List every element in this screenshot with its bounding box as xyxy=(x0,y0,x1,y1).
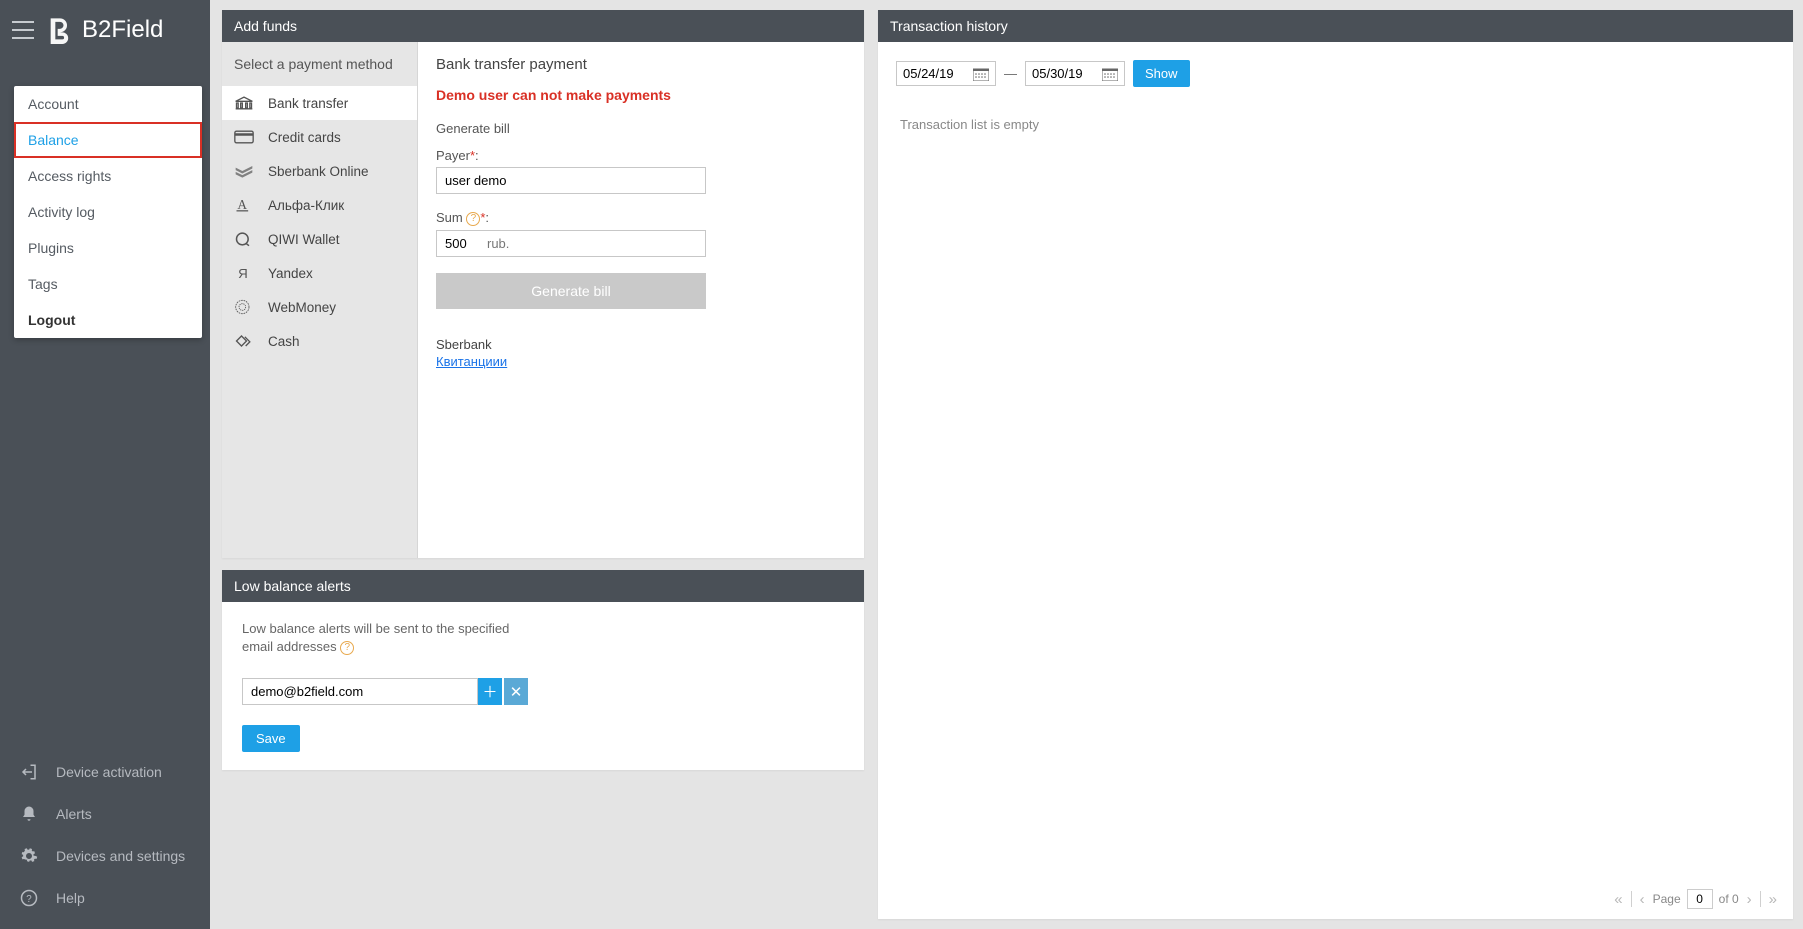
sum-label: Sum ?*: xyxy=(436,210,846,226)
pm-alfa[interactable]: A Альфа-Клик xyxy=(222,188,417,222)
payment-method-heading: Select a payment method xyxy=(222,42,417,86)
qiwi-icon xyxy=(234,231,254,247)
sidebar-item-label: Alerts xyxy=(56,806,92,822)
logo-icon xyxy=(46,16,74,44)
menu-item-tags[interactable]: Tags xyxy=(14,266,202,302)
date-from-input[interactable] xyxy=(903,66,965,81)
add-email-button[interactable]: ＋ xyxy=(478,678,502,705)
pager-prev[interactable]: ‹ xyxy=(1638,891,1647,908)
pm-label: QIWI Wallet xyxy=(268,232,340,247)
sum-unit: rub. xyxy=(487,236,509,251)
svg-text:?: ? xyxy=(26,894,32,905)
remove-email-button[interactable]: ✕ xyxy=(504,678,528,705)
pager-first[interactable]: « xyxy=(1612,891,1624,908)
help-icon: ? xyxy=(20,889,38,907)
add-funds-panel: Add funds Select a payment method Bank t… xyxy=(222,10,864,558)
pager-page-input[interactable] xyxy=(1687,889,1713,909)
card-icon xyxy=(234,129,254,145)
menu-item-balance[interactable]: Balance xyxy=(14,122,202,158)
calendar-icon[interactable] xyxy=(973,67,989,81)
pager-of-label: of 0 xyxy=(1719,892,1739,906)
menu-item-access-rights[interactable]: Access rights xyxy=(14,158,202,194)
help-icon[interactable]: ? xyxy=(466,212,480,226)
panel-title: Low balance alerts xyxy=(222,570,864,602)
pm-label: WebMoney xyxy=(268,300,336,315)
pm-label: Bank transfer xyxy=(268,96,348,111)
payment-method-list: Select a payment method Bank transfer Cr… xyxy=(222,42,418,558)
pm-label: Альфа-Клик xyxy=(268,198,344,213)
transaction-history-panel: Transaction history — Show Transaction l… xyxy=(878,10,1793,919)
hamburger-icon[interactable] xyxy=(12,21,34,39)
cash-icon xyxy=(234,333,254,349)
sidebar-item-label: Devices and settings xyxy=(56,848,185,864)
pager-last[interactable]: » xyxy=(1767,891,1779,908)
pm-qiwi[interactable]: QIWI Wallet xyxy=(222,222,417,256)
svg-text:A: A xyxy=(237,197,247,212)
low-balance-panel: Low balance alerts Low balance alerts wi… xyxy=(222,570,864,770)
sberbank-label: Sberbank xyxy=(436,337,846,352)
receipt-link[interactable]: Квитанциии xyxy=(436,354,507,369)
save-button[interactable]: Save xyxy=(242,725,300,752)
sum-input[interactable] xyxy=(437,231,487,256)
sidebar-item-label: Help xyxy=(56,890,85,906)
form-subheading: Generate bill xyxy=(436,121,846,136)
pm-label: Credit cards xyxy=(268,130,341,145)
empty-message: Transaction list is empty xyxy=(896,117,1775,132)
sidebar-item-alerts[interactable]: Alerts xyxy=(0,793,210,835)
exit-icon xyxy=(20,763,38,781)
panel-title: Transaction history xyxy=(878,10,1793,42)
pm-label: Yandex xyxy=(268,266,313,281)
sidebar: B2Field Account Balance Access rights Ac… xyxy=(0,0,210,929)
date-separator: — xyxy=(1004,66,1017,81)
webmoney-icon xyxy=(234,299,254,315)
pm-label: Cash xyxy=(268,334,300,349)
calendar-icon[interactable] xyxy=(1102,67,1118,81)
form-heading: Bank transfer payment xyxy=(436,56,846,73)
menu-item-activity-log[interactable]: Activity log xyxy=(14,194,202,230)
sberbank-icon xyxy=(234,163,254,179)
account-menu: Account Balance Access rights Activity l… xyxy=(14,86,202,338)
pm-label: Sberbank Online xyxy=(268,164,369,179)
pm-sberbank[interactable]: Sberbank Online xyxy=(222,154,417,188)
pm-webmoney[interactable]: WebMoney xyxy=(222,290,417,324)
alert-email-input[interactable] xyxy=(242,678,478,705)
date-to-input[interactable] xyxy=(1032,66,1094,81)
alfa-icon: A xyxy=(234,197,254,213)
payer-input[interactable] xyxy=(436,167,706,194)
menu-item-plugins[interactable]: Plugins xyxy=(14,230,202,266)
pager-page-label: Page xyxy=(1653,892,1681,906)
sidebar-item-devices-settings[interactable]: Devices and settings xyxy=(0,835,210,877)
bank-icon xyxy=(234,95,254,111)
pm-yandex[interactable]: Я Yandex xyxy=(222,256,417,290)
panel-title: Add funds xyxy=(222,10,864,42)
bell-icon xyxy=(20,805,38,823)
yandex-icon: Я xyxy=(234,265,254,281)
sidebar-item-label: Device activation xyxy=(56,764,162,780)
pm-bank-transfer[interactable]: Bank transfer xyxy=(222,86,417,120)
help-icon[interactable]: ? xyxy=(340,641,354,655)
pager: « ‹ Page of 0 › » xyxy=(1612,889,1779,909)
menu-item-logout[interactable]: Logout xyxy=(14,302,202,338)
demo-warning: Demo user can not make payments xyxy=(436,87,846,103)
menu-item-account[interactable]: Account xyxy=(14,86,202,122)
date-from-field[interactable] xyxy=(896,61,996,86)
sidebar-item-help[interactable]: ? Help xyxy=(0,877,210,919)
date-to-field[interactable] xyxy=(1025,61,1125,86)
brand-logo: B2Field xyxy=(46,16,163,44)
brand-name: B2Field xyxy=(82,16,163,44)
generate-bill-button[interactable]: Generate bill xyxy=(436,273,706,309)
gear-icon xyxy=(20,847,38,865)
sidebar-item-device-activation[interactable]: Device activation xyxy=(0,751,210,793)
pager-next[interactable]: › xyxy=(1745,891,1754,908)
svg-text:Я: Я xyxy=(238,266,248,281)
payer-label: Payer*: xyxy=(436,148,846,163)
low-balance-description: Low balance alerts will be sent to the s… xyxy=(242,620,522,656)
pm-cash[interactable]: Cash xyxy=(222,324,417,358)
show-button[interactable]: Show xyxy=(1133,60,1190,87)
pm-credit-cards[interactable]: Credit cards xyxy=(222,120,417,154)
payment-form: Bank transfer payment Demo user can not … xyxy=(418,42,864,558)
